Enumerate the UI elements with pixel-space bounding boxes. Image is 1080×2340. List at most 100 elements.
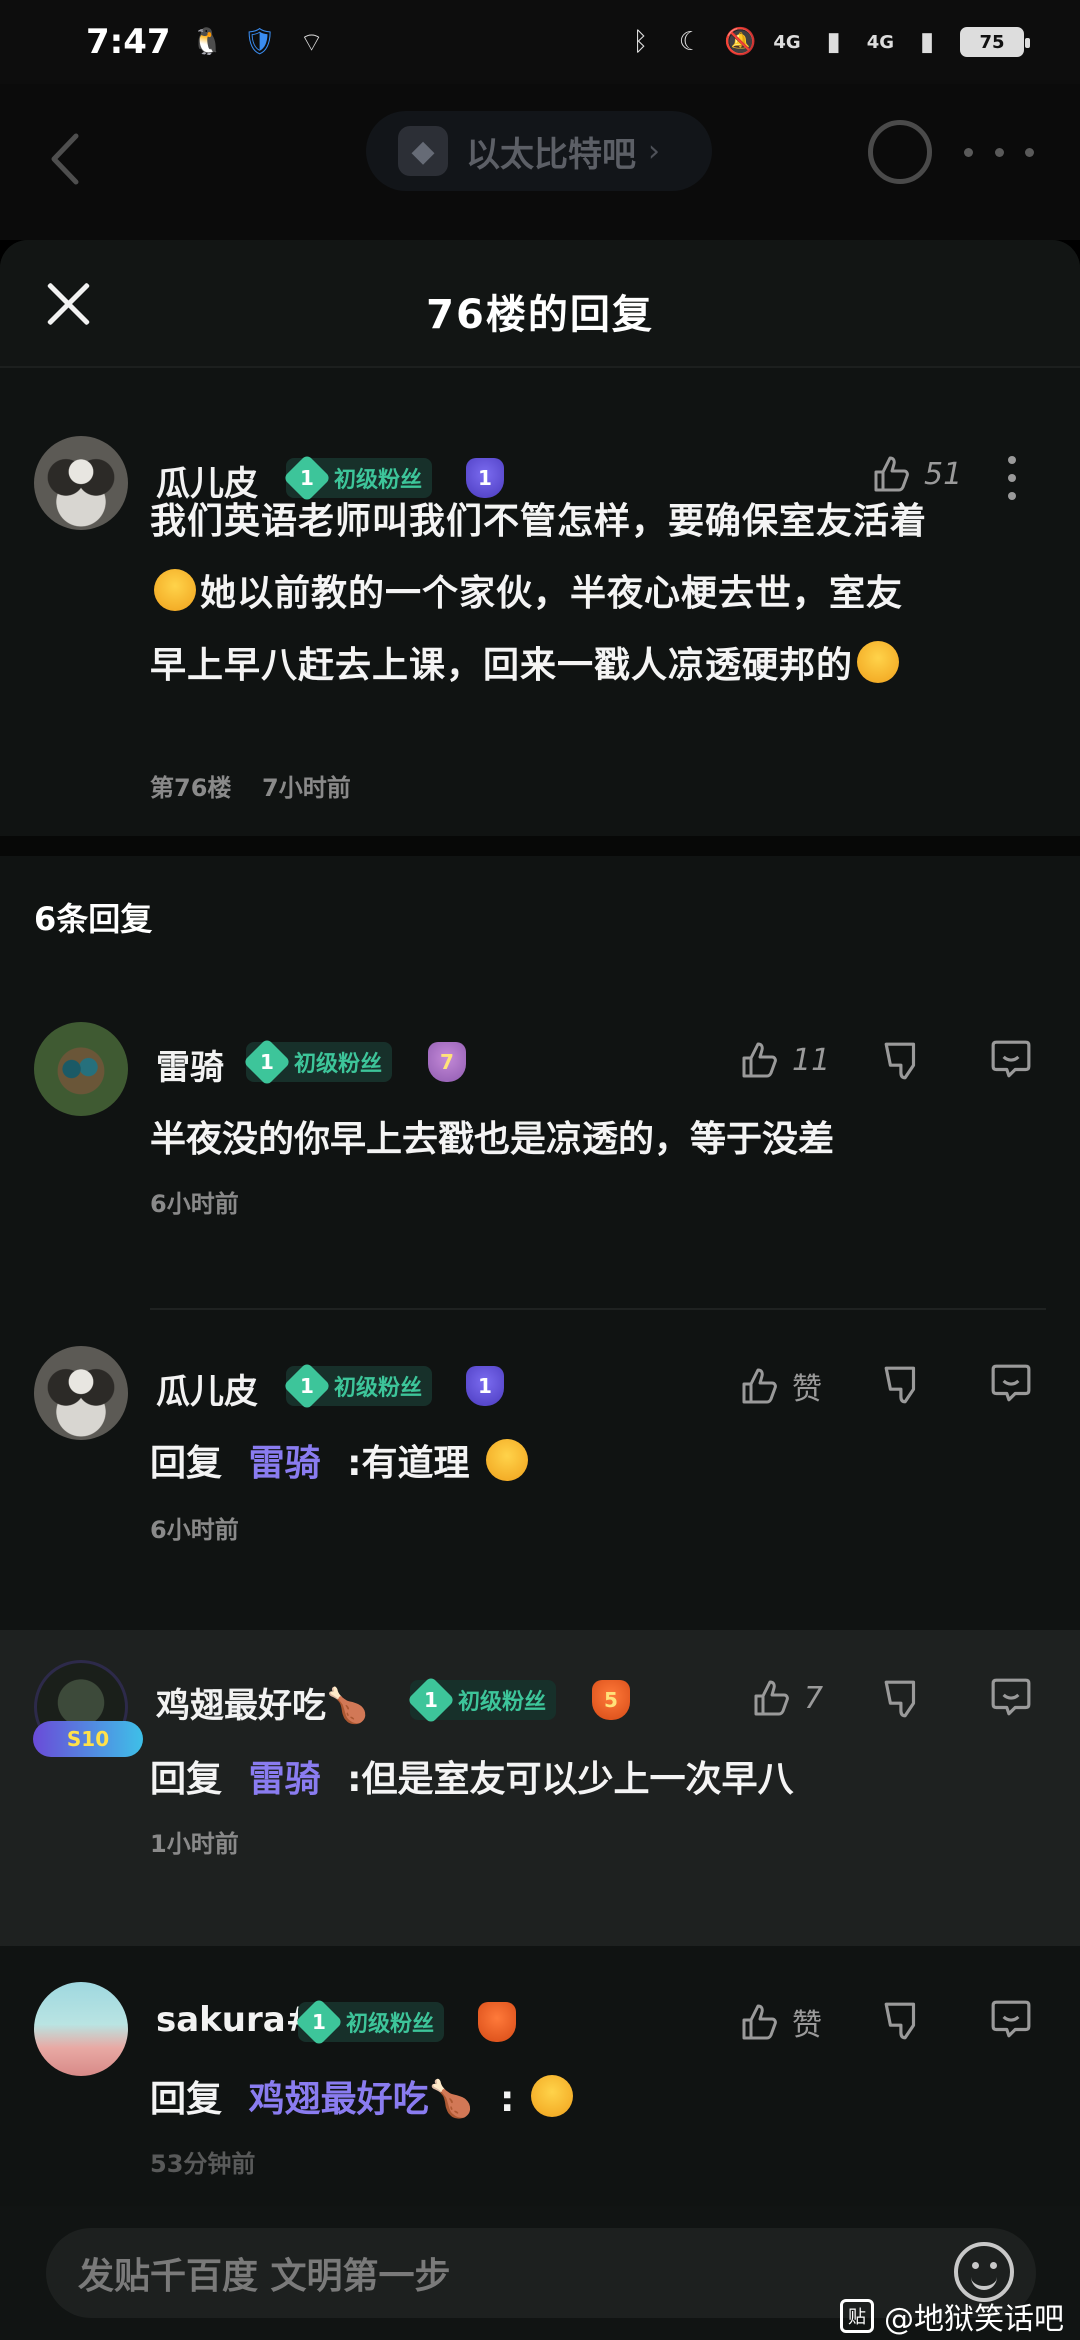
section-divider (0, 836, 1080, 856)
reply-time: 6小时前 (150, 1516, 239, 1544)
angry-emoji-icon (530, 2075, 573, 2117)
mute-bell-icon: 🔕 (724, 27, 757, 57)
floor-number: 第76楼 (150, 774, 232, 802)
fan-label: 初级粉丝 (458, 1690, 547, 1715)
avatar[interactable] (34, 1022, 128, 1116)
reply-time: 53分钟前 (150, 2150, 256, 2178)
tieba-logo-icon: 贴 (840, 2299, 874, 2333)
fan-label: 初级粉丝 (294, 1052, 383, 1077)
back-button[interactable] (40, 124, 90, 194)
moon-icon: ☾ (678, 27, 703, 57)
avatar-badge: S10 (33, 1721, 143, 1757)
thumbs-down-icon[interactable] (882, 2000, 924, 2042)
shield-icon: 🛡 (243, 27, 277, 57)
wifi-icon: ⌔ (299, 27, 324, 58)
comment-icon[interactable] (990, 1998, 1032, 2040)
edit-button[interactable] (868, 120, 932, 184)
fan-tag: 1 初级粉丝 (294, 1997, 445, 2047)
signal-icon: ▮ (826, 27, 841, 57)
main-post: 瓜儿皮 1 初级粉丝 1 51 我们英语老师叫我们不管怎样，要确保室友活着 她以… (0, 368, 1080, 836)
watermark-text: @地狱笑话吧 (884, 2302, 1064, 2337)
ethereum-icon: ◆ (398, 126, 448, 176)
like-button[interactable]: 赞 (740, 2000, 822, 2044)
bluetooth-icon: ᛒ (632, 27, 649, 57)
status-time: 7:47 (86, 22, 171, 62)
reply-content: 回复 鸡翅最好吃🍗 : (150, 2070, 577, 2122)
comment-icon[interactable] (990, 1362, 1032, 1404)
reply-content: 半夜没的你早上去戳也是凉透的，等于没差 (150, 1119, 835, 1160)
battery-icon: 75 (960, 27, 1030, 57)
like-button[interactable]: 赞 (740, 1364, 822, 1408)
reply-content: 回复 雷骑 :但是室友可以少上一次早八 (150, 1759, 794, 1800)
fan-level: 1 (312, 2009, 326, 2034)
like-count: 7 (804, 1680, 824, 1716)
avatar[interactable]: S10 (33, 1660, 143, 1757)
emoji-icon[interactable] (954, 2242, 1014, 2302)
qq-icon: 🐧 (191, 27, 224, 57)
chevron-right-icon: › (648, 133, 660, 169)
sheet-header: 76楼的回复 (0, 240, 1080, 368)
comment-icon[interactable] (990, 1038, 1032, 1080)
fan-level: 1 (424, 1687, 438, 1712)
fan-level: 1 (300, 1373, 314, 1398)
mention-link[interactable]: 鸡翅最好吃🍗 (249, 2079, 474, 2120)
comment-icon[interactable] (990, 1676, 1032, 1718)
watermark: 贴 @地狱笑话吧 (840, 2294, 1064, 2338)
thumbs-up-icon (740, 2002, 780, 2042)
post-content: 我们英语老师叫我们不管怎样，要确保室友活着 她以前教的一个家伙，半夜心梗去世，室… (150, 501, 928, 686)
level-badge: 7 (428, 1042, 466, 1082)
like-button[interactable]: 7 (752, 1678, 823, 1718)
reply-item: 雷骑 1 初级粉丝 7 11 半夜没的你早上去戳也是凉透的，等于没差 6小时前 (0, 1004, 1080, 1310)
thumbs-up-icon (740, 1040, 780, 1080)
thumbs-down-icon[interactable] (882, 1678, 924, 1720)
level-badge: 5 (592, 1680, 630, 1720)
username[interactable]: sakura# (156, 2000, 314, 2040)
fan-label: 初级粉丝 (346, 2012, 435, 2037)
reply-time: 6小时前 (150, 1190, 239, 1218)
fan-tag: 1 初级粉丝 (242, 1037, 393, 1087)
like-button[interactable]: 11 (740, 1040, 830, 1080)
forum-name: 以太比特吧 (466, 134, 636, 175)
fan-level: 1 (260, 1049, 274, 1074)
chevron-left-icon (51, 133, 79, 185)
like-label: 赞 (792, 2008, 822, 2043)
reply-content: 回复 雷骑 :有道理 (150, 1434, 532, 1486)
signal-icon: ▮ (919, 27, 935, 57)
tongue-emoji-icon (154, 569, 196, 611)
forum-chip[interactable]: ◆ 以太比特吧 › (366, 111, 712, 191)
reply-item: sakura# 1 初级粉丝 赞 回复 鸡翅最好吃🍗 : 53分钟前 (0, 1946, 1080, 2206)
username[interactable]: 瓜儿皮 (156, 1364, 258, 1413)
thumbs-up-icon (752, 1678, 792, 1718)
post-time: 7小时前 (262, 774, 351, 802)
username[interactable]: 雷骑 (156, 1040, 224, 1089)
thumbs-down-icon[interactable] (882, 1040, 924, 1082)
avatar[interactable] (34, 1982, 128, 2076)
more-button[interactable] (964, 132, 1034, 172)
like-label: 赞 (792, 1372, 822, 1407)
status-bar: 7:47 🐧 🛡 ⌔ ᛒ ☾ 🔕 4G ▮ 4G ▮ 75 (0, 0, 1080, 84)
network-2: 4G (866, 31, 894, 53)
username[interactable]: 鸡翅最好吃🍗 (156, 1678, 368, 1727)
avatar[interactable] (34, 436, 128, 530)
fan-label: 初级粉丝 (334, 1376, 423, 1401)
fan-tag: 1 初级粉丝 (282, 1361, 433, 1411)
replies-count: 6条回复 (34, 900, 153, 938)
sheet-title: 76楼的回复 (426, 292, 654, 338)
page-header: ◆ 以太比特吧 › (0, 84, 1080, 240)
reply-time: 1小时前 (150, 1830, 239, 1858)
level-badge (478, 2002, 516, 2042)
mention-link[interactable]: 雷骑 (249, 1759, 321, 1800)
reply-sheet: 76楼的回复 瓜儿皮 1 初级粉丝 1 51 我们英语老师叫我们不管怎样，要确保… (0, 240, 1080, 2340)
like-count: 11 (792, 1042, 831, 1078)
thumbs-down-icon[interactable] (882, 1364, 924, 1406)
avatar[interactable] (34, 1346, 128, 1440)
scared-emoji-icon (857, 641, 900, 683)
reply-item: 瓜儿皮 1 初级粉丝 1 赞 回复 雷骑 :有道理 6小时前 (0, 1310, 1080, 1630)
network-1: 4G (773, 31, 801, 53)
thumbs-up-icon (740, 1366, 780, 1406)
reply-item: S10 鸡翅最好吃🍗 1 初级粉丝 5 7 回复 雷骑 :但是室友可以少上一次早… (0, 1630, 1080, 1946)
fan-tag: 1 初级粉丝 (406, 1675, 557, 1725)
mention-link[interactable]: 雷骑 (249, 1443, 321, 1484)
thinking-emoji-icon (486, 1439, 529, 1481)
level-badge: 1 (466, 1366, 504, 1406)
